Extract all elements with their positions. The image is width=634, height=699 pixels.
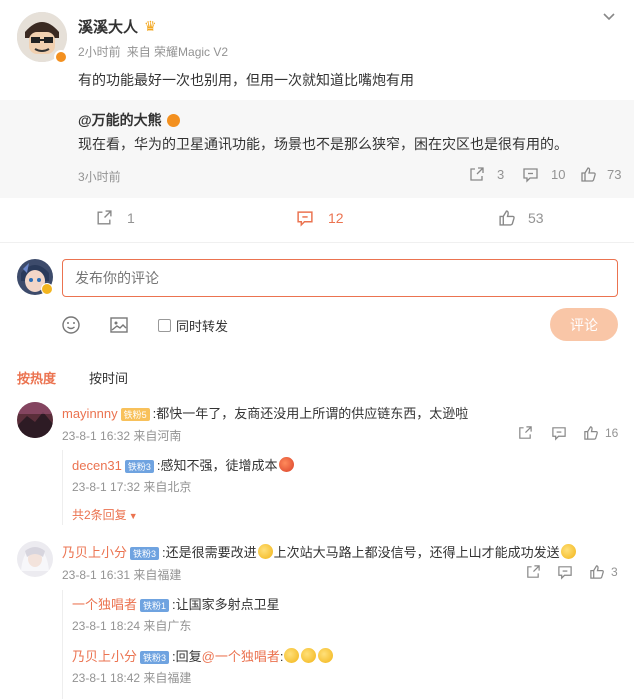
verified-icon	[54, 50, 68, 64]
reply-text: :回复	[172, 649, 202, 664]
fan-badge: 铁粉1	[140, 599, 170, 613]
verified-icon	[166, 113, 180, 127]
emoji-icon	[257, 544, 273, 559]
fan-badge: 铁粉3	[130, 547, 160, 561]
caret-down-icon: ▼	[128, 511, 138, 521]
comment-input[interactable]	[62, 259, 618, 297]
quoted-repost-button[interactable]: 3	[468, 166, 504, 183]
reply-meta: 23-8-1 18:42 来自福建	[72, 671, 192, 685]
submit-comment-button[interactable]: 评论	[550, 308, 618, 341]
thumbs-up-icon	[581, 167, 596, 182]
thumbs-up-icon	[584, 426, 598, 440]
comment-author[interactable]: 乃贝上小分	[62, 545, 127, 560]
emoji-icon	[301, 648, 317, 663]
reply-text-cont: :	[279, 649, 284, 664]
tab-sort-time[interactable]: 按时间	[89, 368, 128, 387]
tab-sort-hot[interactable]: 按热度	[17, 368, 56, 387]
comment-like-button[interactable]: 16	[583, 425, 618, 441]
image-icon[interactable]	[109, 315, 129, 335]
emoji-icon	[284, 648, 300, 663]
comment-icon	[523, 168, 538, 183]
emoji-icon	[560, 544, 576, 559]
chevron-down-icon[interactable]	[601, 8, 617, 24]
divider	[0, 242, 634, 243]
comment-icon[interactable]	[551, 425, 567, 441]
commenter-avatar[interactable]	[17, 541, 53, 577]
comment-text-cont: 上次站大马路上都没信号，还得上山才能成功发送	[273, 545, 560, 560]
comment-button[interactable]: 12	[296, 209, 344, 227]
commenter-avatar[interactable]	[17, 402, 53, 438]
reply-author[interactable]: 乃贝上小分	[72, 649, 137, 664]
share-icon	[97, 210, 112, 225]
quoted-time[interactable]: 3小时前	[78, 168, 121, 185]
comment-icon[interactable]	[557, 564, 573, 580]
repost-button[interactable]: 1	[95, 209, 135, 227]
reply-author[interactable]: 一个独唱者	[72, 597, 137, 612]
comment-text: :都快一年了，友商还没用上所谓的供应链东西，太逊啦	[152, 406, 469, 421]
verified-icon	[41, 283, 53, 295]
quoted-author[interactable]: @万能的大熊	[78, 110, 162, 130]
comment-icon	[297, 211, 313, 227]
comment-meta: 23-8-1 16:32 来自河南	[62, 429, 182, 443]
fan-badge: 铁粉3	[140, 651, 170, 665]
fan-badge: 铁粉5	[120, 408, 150, 422]
emoji-icon[interactable]	[61, 315, 81, 335]
repost-checkbox-label: 同时转发	[176, 319, 229, 334]
comment-like-button[interactable]: 3	[589, 564, 618, 580]
quoted-like-button[interactable]: 73	[580, 166, 621, 183]
crown-icon: ♛	[144, 18, 157, 34]
comment-text: :还是很需要改进	[162, 545, 257, 560]
reply-text: :感知不强，徒增成本	[156, 458, 278, 473]
comment-meta: 23-8-1 16:31 来自福建	[62, 568, 182, 582]
reply-author[interactable]: decen31	[72, 458, 122, 473]
thumbs-up-icon	[590, 565, 604, 579]
share-icon[interactable]	[525, 564, 541, 580]
reply-text: :让国家多射点卫星	[172, 597, 280, 612]
reply-mention[interactable]: @一个独唱者	[202, 649, 280, 664]
more-replies-link[interactable]: 共2条回复 ▼	[72, 506, 138, 523]
post-time[interactable]: 2小时前	[78, 43, 121, 60]
emoji-icon	[318, 648, 334, 663]
repost-checkbox[interactable]	[158, 319, 171, 332]
fan-badge: 铁粉3	[124, 460, 154, 474]
quoted-comment-button[interactable]: 10	[522, 166, 565, 183]
reply-meta: 23-8-1 18:24 来自广东	[72, 619, 192, 633]
emoji-icon	[278, 457, 294, 472]
quoted-text: 现在看，华为的卫星通讯功能，场景也不是那么狭窄，困在灾区也是很有用的。	[78, 136, 568, 152]
like-button[interactable]: 53	[498, 209, 544, 227]
reply-thread-line	[62, 590, 63, 699]
share-icon[interactable]	[517, 425, 533, 441]
post-text: 有的功能最好一次也别用，但用一次就知道比嘴炮有用	[78, 72, 414, 88]
comment-author[interactable]: mayinnny	[62, 406, 118, 421]
reply-meta: 23-8-1 17:32 来自北京	[72, 480, 192, 494]
post-author[interactable]: 溪溪大人	[78, 16, 138, 37]
reply-thread-line	[62, 450, 63, 525]
thumbs-up-icon	[499, 210, 515, 226]
share-icon	[470, 167, 484, 181]
post-source: 来自 荣耀Magic V2	[126, 45, 229, 59]
